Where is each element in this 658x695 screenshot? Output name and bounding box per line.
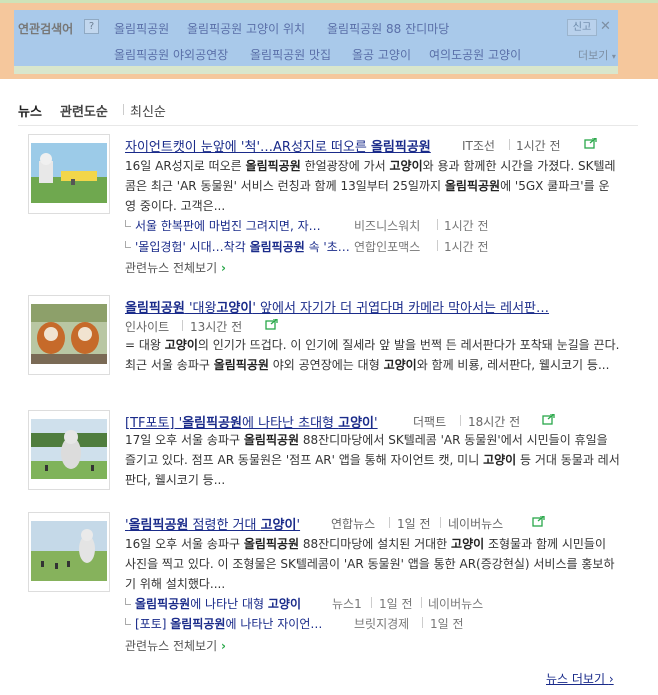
divider xyxy=(437,219,438,230)
news-description: 16일 오후 서울 송파구 올림픽공원 88잔디마당에 설치된 거대한 고양이 … xyxy=(125,537,615,591)
naver-news-link[interactable]: 네이버뉴스 xyxy=(448,515,503,532)
related-news-title: 서울 한복판에 마법진 그려지면, 자… xyxy=(135,219,321,233)
title-highlight: 올림픽공원 xyxy=(135,597,191,611)
news-source[interactable]: 연합뉴스 xyxy=(331,515,375,532)
external-link-icon[interactable] xyxy=(532,516,545,527)
news-thumbnail[interactable] xyxy=(28,295,110,375)
more-label: 더보기 xyxy=(578,49,609,62)
external-link-icon[interactable] xyxy=(542,414,555,425)
title-highlight: 고양이 xyxy=(267,597,302,611)
tab-news[interactable]: 뉴스 xyxy=(18,101,42,120)
related-search-footer xyxy=(14,66,618,74)
related-news-source: 브릿지경제 xyxy=(354,617,410,631)
news-description: 16일 AR성지로 떠오른 올림픽공원 한얼광장에 가서 고양이와 용과 함께한… xyxy=(125,159,616,213)
related-news-item[interactable]: [포토] 올림픽공원에 나타난 자이언… xyxy=(125,615,322,632)
related-link[interactable]: 올림픽공원 xyxy=(114,20,169,37)
title-highlight: 올림픽공원 xyxy=(370,140,431,155)
related-news-item[interactable]: '몰입경험' 시대…착각 올림픽공원 속 '초… xyxy=(125,238,350,255)
news-description: = 대왕 고양이의 인기가 뜨겁다. 이 인기에 질세라 앞 발을 번쩍 든 레… xyxy=(125,338,620,372)
title-highlight: 올림픽공원 xyxy=(125,301,185,316)
news-title[interactable]: 올림픽공원 '대왕고양이' 앞에서 자기가 더 귀엽다며 카메라 막아서는 레서… xyxy=(125,297,549,316)
news-source[interactable]: 더팩트 xyxy=(413,413,446,430)
title-highlight: 고양이 xyxy=(216,301,253,316)
title-text: 자이언트캣이 눈앞에 '척'…AR성지로 떠오른 xyxy=(125,140,371,155)
tab-relevance[interactable]: 관련도순 xyxy=(60,101,108,120)
all-related-news-link[interactable]: 관련뉴스 전체보기 › xyxy=(125,637,226,654)
related-link[interactable]: 올림픽공원 야외공연장 xyxy=(114,46,228,63)
more-button[interactable]: 더보기 ▾ xyxy=(578,47,616,63)
divider xyxy=(440,517,441,528)
related-news-item[interactable]: 서울 한복판에 마법진 그려지면, 자… xyxy=(125,217,321,234)
naver-news-link[interactable]: 네이버뉴스 xyxy=(428,595,483,612)
news-source[interactable]: IT조선 xyxy=(462,137,495,154)
divider xyxy=(421,597,422,608)
title-highlight: 올림픽공원 xyxy=(182,416,243,431)
chevron-right-icon: › xyxy=(220,639,226,653)
thumbnail-image xyxy=(31,143,107,203)
divider xyxy=(460,415,461,426)
title-highlight: 고양이 xyxy=(338,416,375,431)
divider xyxy=(182,320,183,331)
divider xyxy=(437,240,438,251)
related-news-item[interactable]: 올림픽공원에 나타난 대형 고양이 xyxy=(125,595,301,612)
tab-latest[interactable]: 최신순 xyxy=(130,101,166,120)
news-search-page: 연관검색어 ? 올림픽공원 올림픽공원 고양이 위치 올림픽공원 88 잔디마당… xyxy=(0,0,658,695)
tab-underline xyxy=(18,125,638,126)
related-search-label: 연관검색어 xyxy=(18,22,74,36)
chevron-right-icon: › xyxy=(608,672,614,686)
related-link[interactable]: 올림픽공원 맛집 xyxy=(250,46,331,63)
chevron-right-icon: › xyxy=(220,261,226,275)
related-news-source: 뉴스1 xyxy=(332,597,362,611)
related-link[interactable]: 올림픽공원 고양이 위치 xyxy=(187,20,305,37)
news-description: 17일 오후 서울 송파구 올림픽공원 88잔디마당에서 SK텔레콤 'AR 동… xyxy=(125,433,620,487)
more-news-link[interactable]: 뉴스 더보기 › xyxy=(546,670,614,687)
news-time: 1시간 전 xyxy=(516,139,561,153)
close-icon[interactable]: ✕ xyxy=(598,19,613,34)
news-time: 18시간 전 xyxy=(468,415,521,429)
all-related-news-link[interactable]: 관련뉴스 전체보기 › xyxy=(125,259,226,276)
thumbnail-image xyxy=(31,521,107,581)
report-button[interactable]: 신고 xyxy=(567,19,597,36)
tab-divider xyxy=(123,104,124,115)
thumbnail-image xyxy=(31,304,107,364)
title-highlight: 올림픽공원 xyxy=(249,240,305,254)
news-thumbnail[interactable] xyxy=(28,410,110,490)
top-divider xyxy=(0,0,658,3)
related-news-time: 1일 전 xyxy=(430,617,464,631)
related-news-time: 1시간 전 xyxy=(444,240,489,254)
related-news-time: 1일 전 xyxy=(379,597,413,611)
news-title[interactable]: 자이언트캣이 눈앞에 '척'…AR성지로 떠오른 올림픽공원 xyxy=(125,136,431,155)
news-thumbnail[interactable] xyxy=(28,512,110,592)
related-link[interactable]: 올공 고양이 xyxy=(352,46,411,63)
related-news-source: 연합인포맥스 xyxy=(354,240,421,254)
title-highlight: 올림픽공원 xyxy=(170,617,226,631)
title-highlight: 고양이 xyxy=(260,518,297,533)
news-time: 13시간 전 xyxy=(190,320,243,334)
news-source[interactable]: 인사이트 xyxy=(125,318,169,335)
related-search-panel xyxy=(14,10,618,74)
thumbnail-image xyxy=(31,419,107,479)
chevron-down-icon: ▾ xyxy=(611,52,616,61)
related-news-source: 비즈니스워치 xyxy=(354,219,421,233)
help-icon[interactable]: ? xyxy=(84,19,99,34)
news-time: 1일 전 xyxy=(397,517,431,531)
news-title[interactable]: '올림픽공원 점령한 거대 고양이' xyxy=(125,514,300,533)
news-title[interactable]: [TF포토] '올림픽공원에 나타난 초대형 고양이' xyxy=(125,412,378,431)
divider xyxy=(389,517,390,528)
news-thumbnail[interactable] xyxy=(28,134,110,214)
related-link[interactable]: 올림픽공원 88 잔디마당 xyxy=(327,20,449,37)
divider xyxy=(371,597,372,608)
divider xyxy=(509,139,510,150)
title-highlight: 올림픽공원 xyxy=(128,518,189,533)
divider xyxy=(422,617,423,628)
related-link[interactable]: 여의도공원 고양이 xyxy=(429,46,521,63)
related-news-time: 1시간 전 xyxy=(444,219,489,233)
external-link-icon[interactable] xyxy=(265,319,278,330)
external-link-icon[interactable] xyxy=(584,138,597,149)
